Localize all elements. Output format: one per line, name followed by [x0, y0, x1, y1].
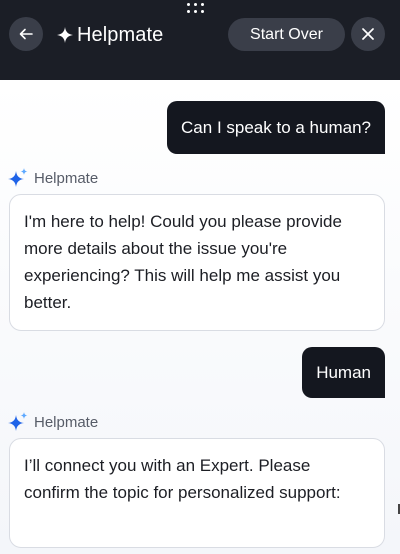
header-title: Helpmate	[57, 20, 163, 50]
bot-message-text: I'm here to help! Could you please provi…	[24, 212, 342, 312]
sparkle-icon	[57, 27, 73, 43]
close-button[interactable]	[351, 17, 385, 51]
bot-sender-label: Helpmate	[8, 168, 98, 188]
chat-messages[interactable]: Can I speak to a human? Helpmate I'm her…	[0, 80, 400, 554]
chat-header: Helpmate Start Over	[0, 0, 400, 80]
start-over-button[interactable]: Start Over	[228, 18, 345, 51]
header-title-text: Helpmate	[77, 23, 164, 46]
bot-message-text: I’ll connect you with an Expert. Please …	[24, 456, 341, 502]
bot-sender-name: Helpmate	[34, 169, 99, 187]
bot-message: I’ll connect you with an Expert. Please …	[9, 438, 385, 548]
user-message-text: Can I speak to a human?	[181, 117, 371, 137]
arrow-left-icon	[19, 28, 33, 40]
user-message: Human	[302, 347, 385, 398]
helpmate-sparkle-icon	[8, 412, 28, 431]
drag-handle-icon[interactable]	[187, 3, 205, 15]
bot-message: I'm here to help! Could you please provi…	[9, 194, 385, 331]
bot-sender-label: Helpmate	[8, 412, 98, 432]
user-message: Can I speak to a human?	[167, 101, 385, 154]
user-message-text: Human	[316, 362, 371, 382]
back-button[interactable]	[9, 17, 43, 51]
bot-sender-name: Helpmate	[34, 413, 99, 431]
close-icon	[362, 28, 374, 40]
helpmate-sparkle-icon	[8, 168, 28, 187]
